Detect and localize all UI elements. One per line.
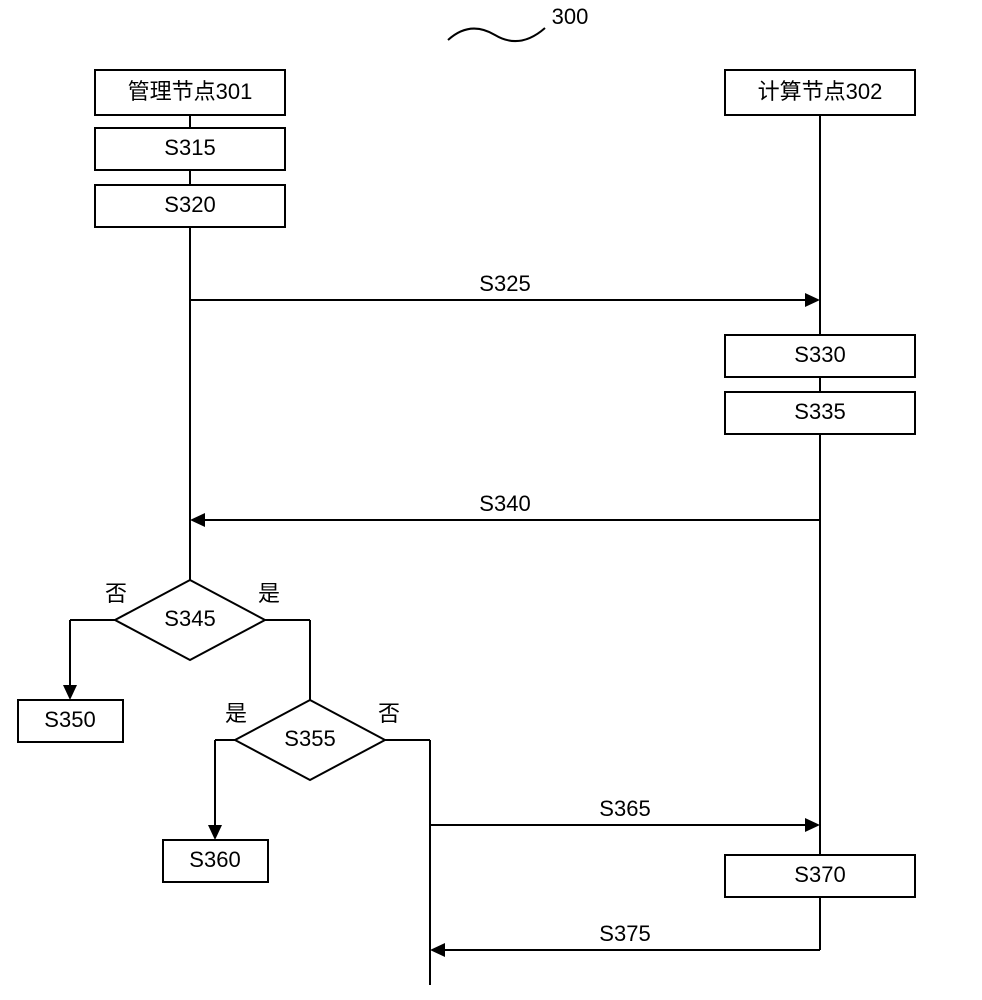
s355-yes-label: 是 bbox=[225, 701, 247, 726]
s360-label: S360 bbox=[189, 847, 240, 872]
s340-label: S340 bbox=[479, 491, 530, 516]
s330-label: S330 bbox=[794, 342, 845, 367]
s345-label: S345 bbox=[164, 606, 215, 631]
s350-label: S350 bbox=[44, 707, 95, 732]
flowchart-diagram: 300 管理节点301 计算节点302 S315 S320 S325 S330 … bbox=[0, 0, 982, 1000]
s345-yes-label: 是 bbox=[258, 581, 280, 606]
s325-label: S325 bbox=[479, 271, 530, 296]
squiggle bbox=[448, 28, 545, 41]
compute-node-label: 计算节点302 bbox=[758, 79, 883, 104]
s345-no-label: 否 bbox=[105, 581, 127, 606]
s355-label: S355 bbox=[284, 726, 335, 751]
s365-label: S365 bbox=[599, 796, 650, 821]
s355-no-label: 否 bbox=[378, 701, 400, 726]
s335-label: S335 bbox=[794, 399, 845, 424]
diagram-label: 300 bbox=[552, 4, 589, 29]
s315-label: S315 bbox=[164, 135, 215, 160]
s320-label: S320 bbox=[164, 192, 215, 217]
s370-label: S370 bbox=[794, 862, 845, 887]
s375-label: S375 bbox=[599, 921, 650, 946]
manage-node-label: 管理节点301 bbox=[128, 79, 253, 104]
